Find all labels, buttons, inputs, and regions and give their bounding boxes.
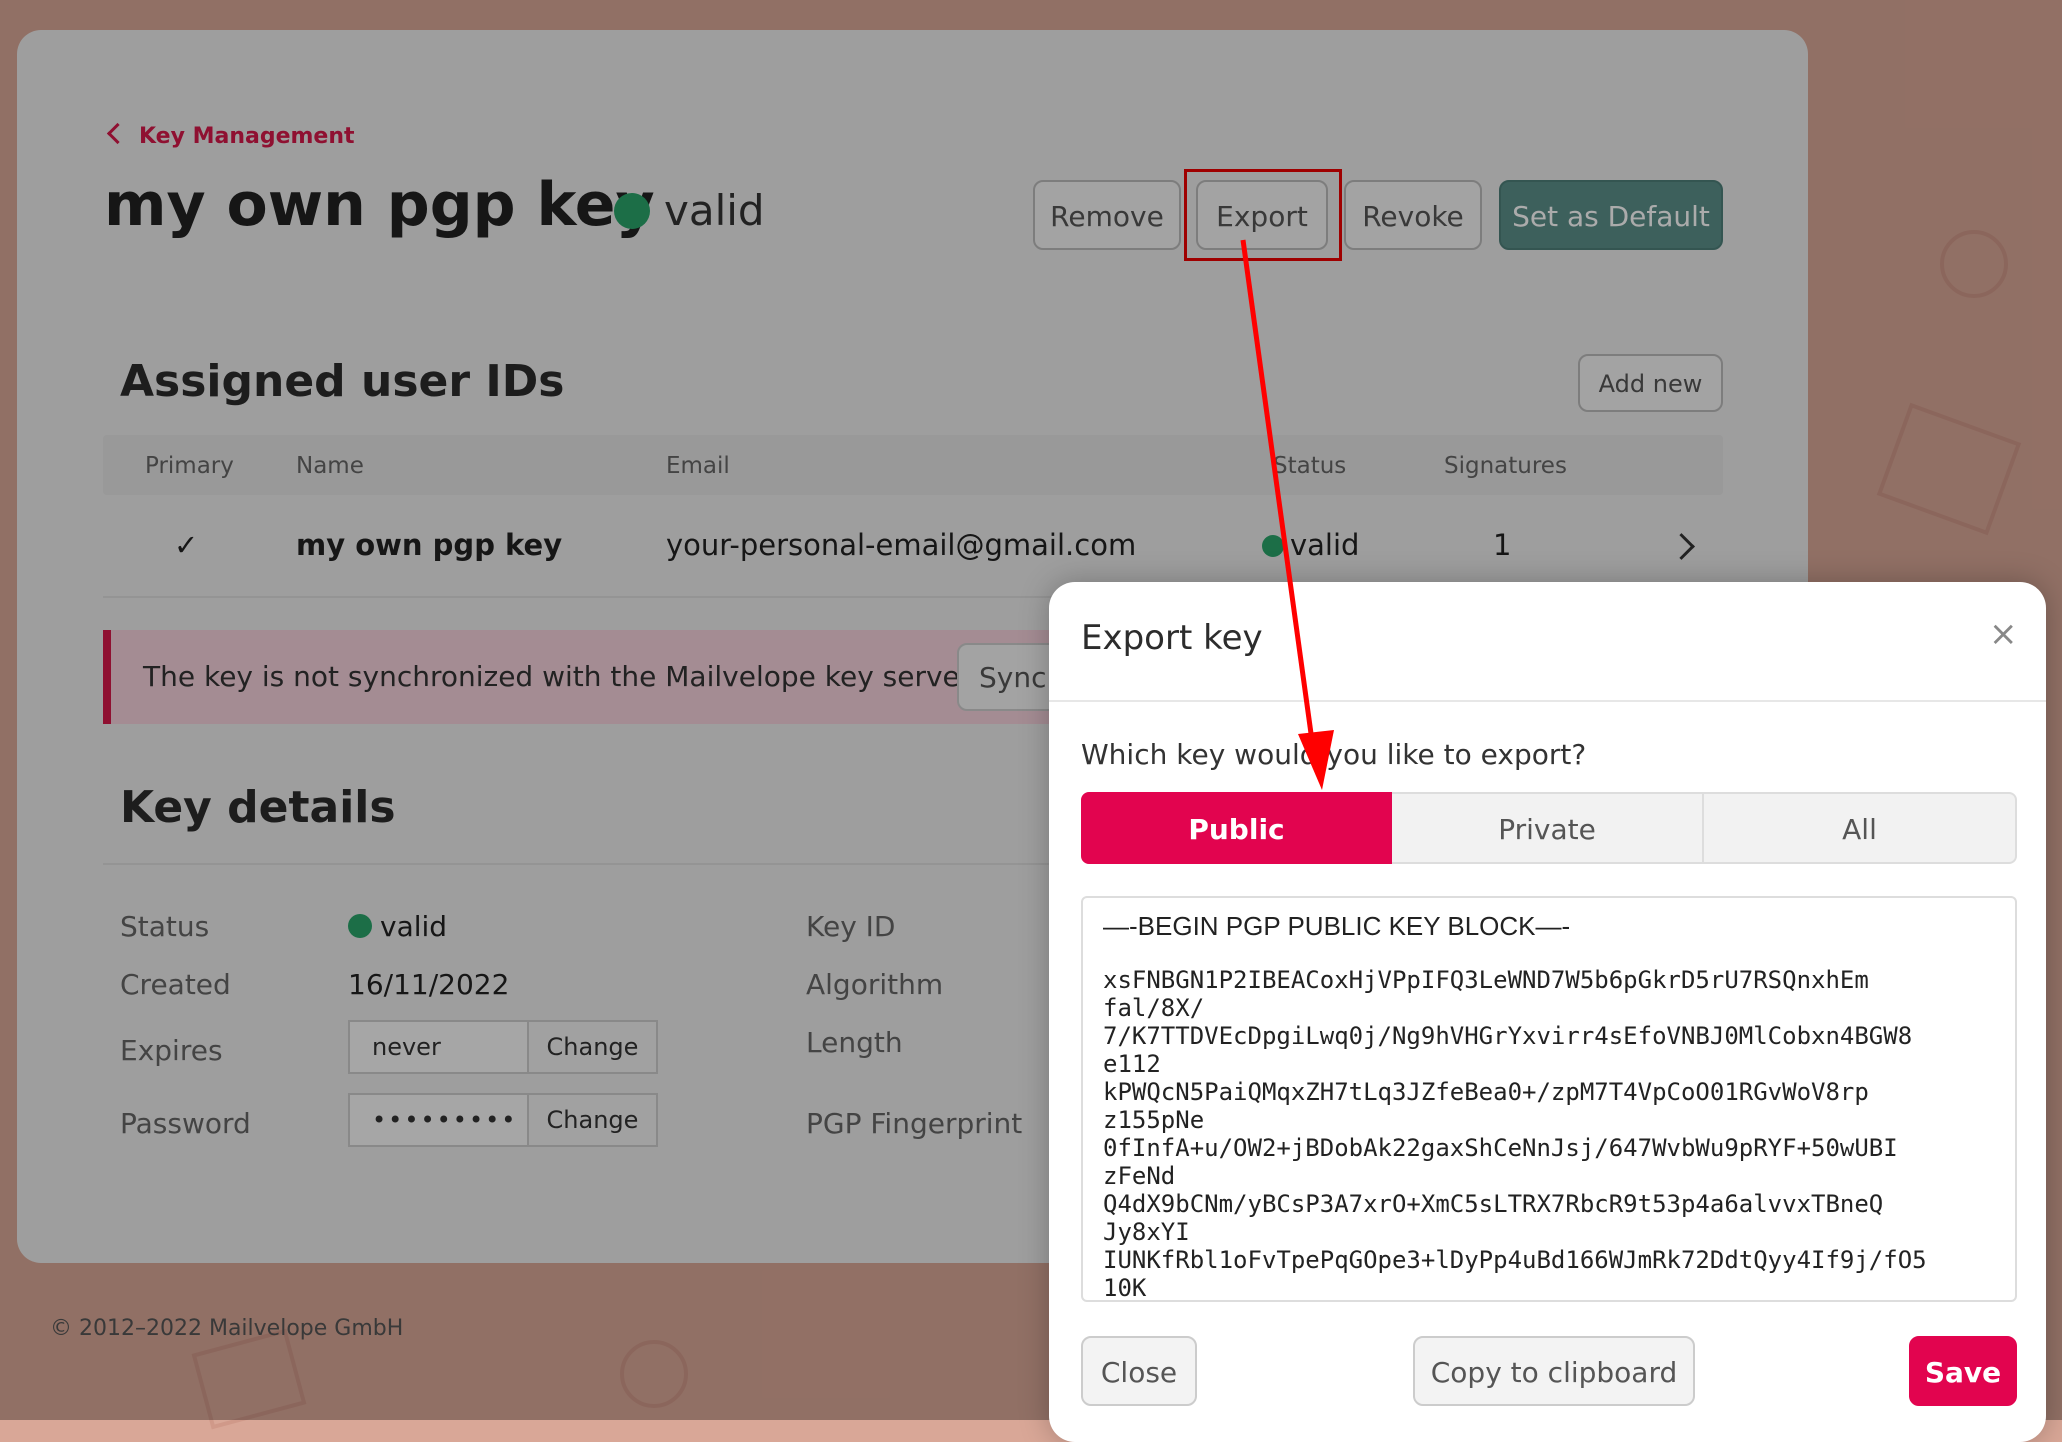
export-question: Which key would you like to export? <box>1081 738 1587 771</box>
export-key-dialog: Export key × Which key would you like to… <box>1049 582 2046 1442</box>
key-line: Q4dX9bCNm/yBCsP3A7xrO+XmC5sLTRX7RbcR9t53… <box>1103 1190 1884 1218</box>
option-all[interactable]: All <box>1704 792 2017 864</box>
copy-to-clipboard-button[interactable]: Copy to clipboard <box>1413 1336 1695 1406</box>
key-line: xsFNBGN1P2IBEACoxHjVPpIFQ3LeWND7W5b6pGkr… <box>1103 966 1869 994</box>
key-begin-line: —-BEGIN PGP PUBLIC KEY BLOCK—- <box>1103 911 1571 941</box>
key-line: e112 <box>1103 1050 1161 1078</box>
key-line: IUNKfRbl1oFvTpePqGOpe3+lDyPp4uBd166WJmRk… <box>1103 1246 1927 1274</box>
key-line: 7/K7TTDVEcDpgiLwq0j/Ng9hVHGrYxvirr4sEfoV… <box>1103 1022 1913 1050</box>
option-public[interactable]: Public <box>1081 792 1392 864</box>
key-textarea[interactable]: —-BEGIN PGP PUBLIC KEY BLOCK—- xsFNBGN1P… <box>1081 896 2017 1302</box>
divider <box>1049 700 2046 702</box>
save-button[interactable]: Save <box>1909 1336 2017 1406</box>
key-line: fal/8X/ <box>1103 994 1205 1022</box>
key-line: z155pNe <box>1103 1106 1205 1134</box>
key-line: zFeNd <box>1103 1162 1176 1190</box>
key-line: kPWQcN5PaiQMqxZH7tLq3JZfeBea0+/zpM7T4VpC… <box>1103 1078 1869 1106</box>
dialog-title: Export key <box>1081 618 1263 658</box>
close-button[interactable]: Close <box>1081 1336 1197 1406</box>
option-private[interactable]: Private <box>1392 792 1704 864</box>
key-line: 0fInfA+u/OW2+jBDobAk22gaxShCeNnJsj/647Wv… <box>1103 1134 1898 1162</box>
key-line: 10K <box>1103 1274 1147 1302</box>
key-line: Jy8xYI <box>1103 1218 1190 1246</box>
close-icon[interactable]: × <box>1989 614 2018 654</box>
